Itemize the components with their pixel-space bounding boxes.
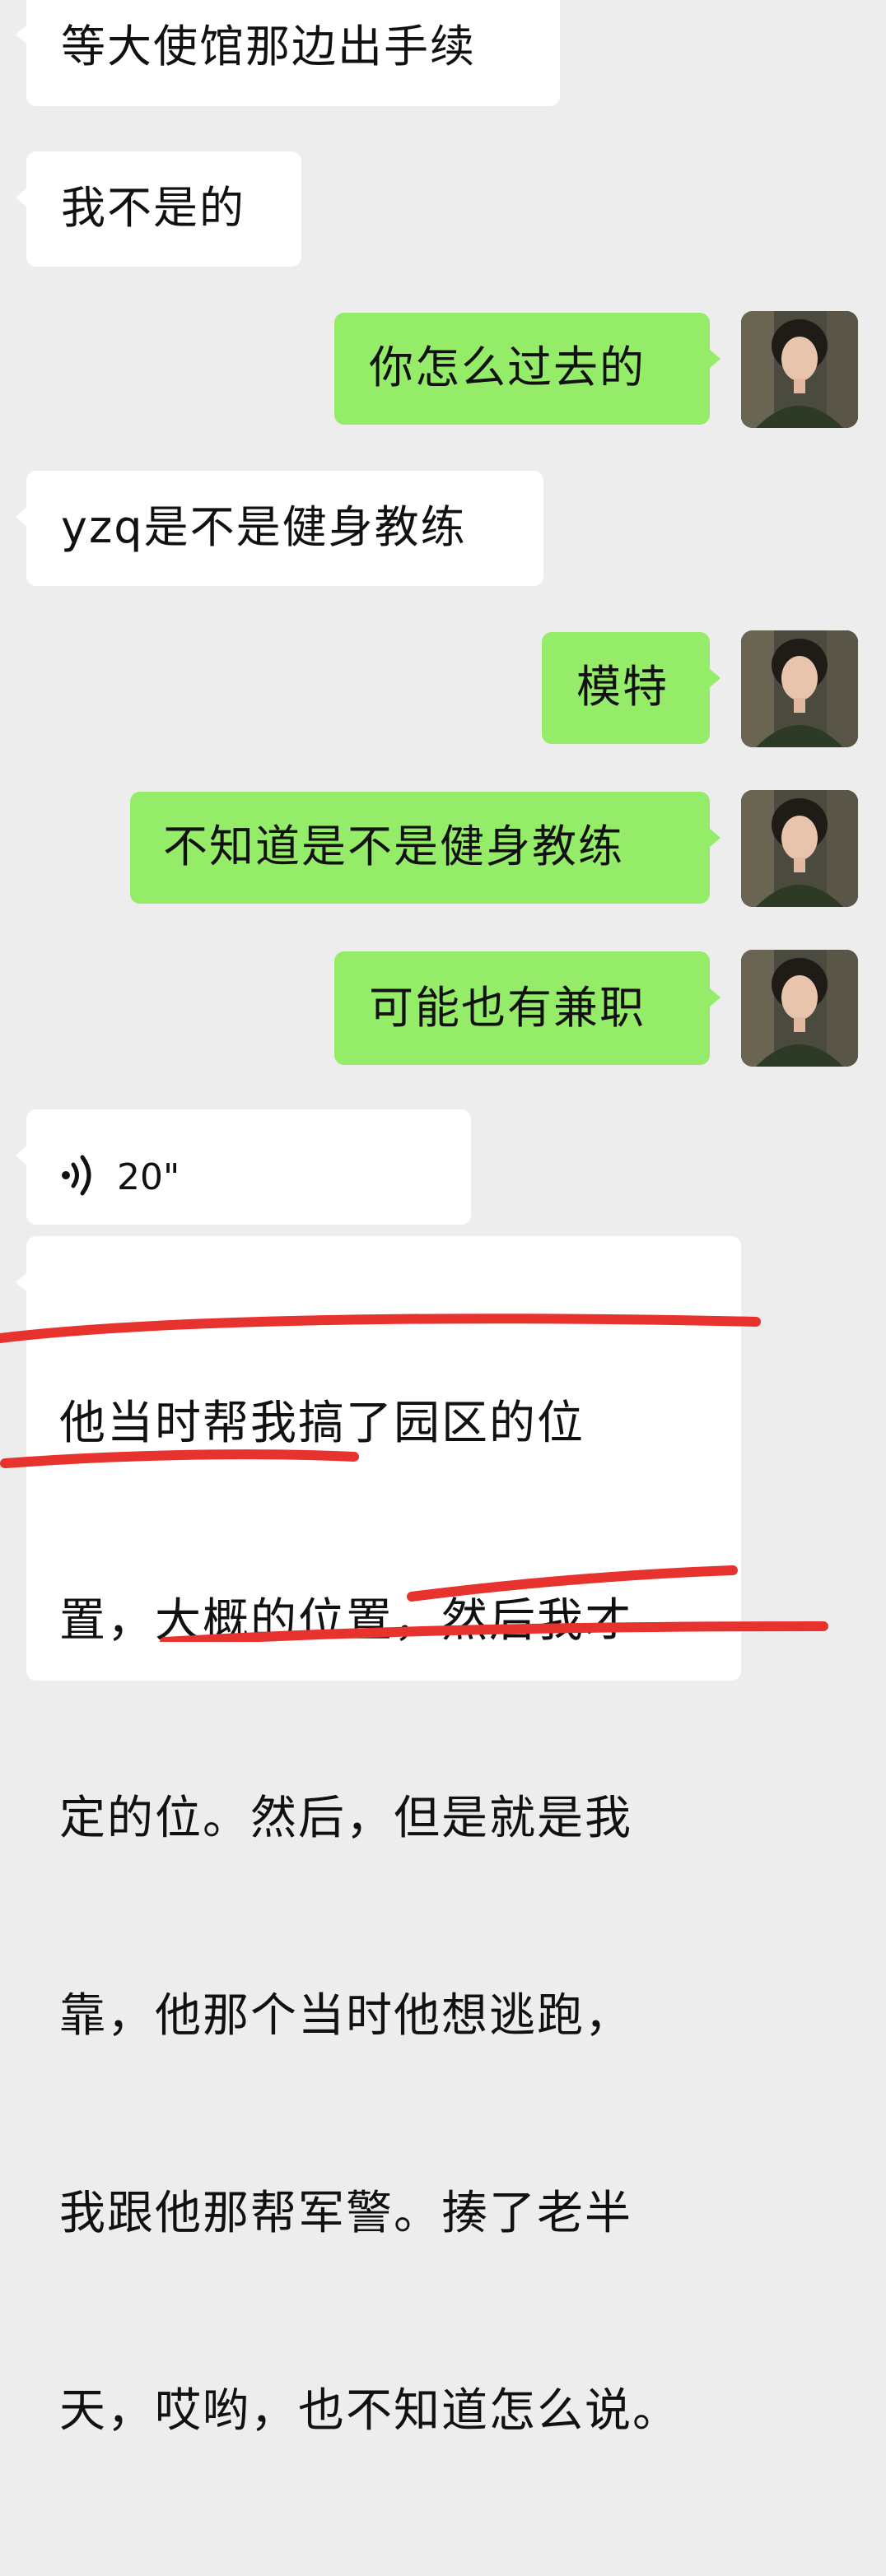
message-bubble-outgoing[interactable]: 可能也有兼职 (334, 951, 720, 1065)
message-text: yzq是不是健身教练 (61, 501, 467, 553)
message-text: 我不是的 (61, 182, 245, 234)
message-text-block: 他当时帮我搞了园区的位 置，大概的位置，然后我才 定的位。然后，但是就是我 靠，… (59, 1259, 680, 2576)
message-bubble-outgoing[interactable]: 你怎么过去的 (334, 313, 720, 425)
user-avatar[interactable] (741, 311, 858, 428)
message-text: 模特 (576, 661, 669, 713)
user-avatar[interactable] (741, 950, 858, 1067)
voice-message-bubble[interactable]: 20" (16, 1109, 471, 1225)
chat-area: 等大使馆那边出手续 我不是的 你怎么过去的 yzq是不是健身教练 模特 不知道是… (0, 0, 886, 2438)
message-bubble-incoming[interactable]: yzq是不是健身教练 (16, 471, 543, 586)
message-text: 可能也有兼职 (369, 982, 646, 1034)
message-bubble-incoming[interactable]: 他当时帮我搞了园区的位 置，大概的位置，然后我才 定的位。然后，但是就是我 靠，… (16, 1236, 741, 2438)
message-text-line: 我跟他那帮军警。揍了老半 (59, 2187, 632, 2240)
user-avatar[interactable] (741, 630, 858, 747)
message-text: 你怎么过去的 (369, 342, 646, 393)
message-text-line: 他当时帮我搞了园区的位 (59, 1397, 585, 1450)
message-text: 不知道是不是健身教练 (163, 821, 624, 872)
user-avatar[interactable] (741, 790, 858, 907)
message-bubble-outgoing[interactable]: 模特 (542, 632, 720, 744)
voice-message-content: 20" (59, 1152, 180, 1202)
message-text-line: 置，大概的位置，然后我才 (59, 1594, 632, 1648)
message-bubble-incoming[interactable]: 我不是的 (16, 151, 301, 267)
message-text-line: 定的位。然后，但是就是我 (59, 1792, 632, 1845)
message-text-line: 靠，他那个当时他想逃跑， (59, 1989, 632, 2043)
voice-wave-icon (59, 1152, 96, 1202)
voice-duration: 20" (117, 1155, 180, 1198)
message-text-line: 天，哎哟，也不知道怎么说。 (59, 2384, 680, 2438)
message-bubble-incoming[interactable]: 等大使馆那边出手续 (16, 0, 560, 106)
message-bubble-outgoing[interactable]: 不知道是不是健身教练 (130, 792, 720, 904)
message-text: 等大使馆那边出手续 (61, 21, 476, 72)
